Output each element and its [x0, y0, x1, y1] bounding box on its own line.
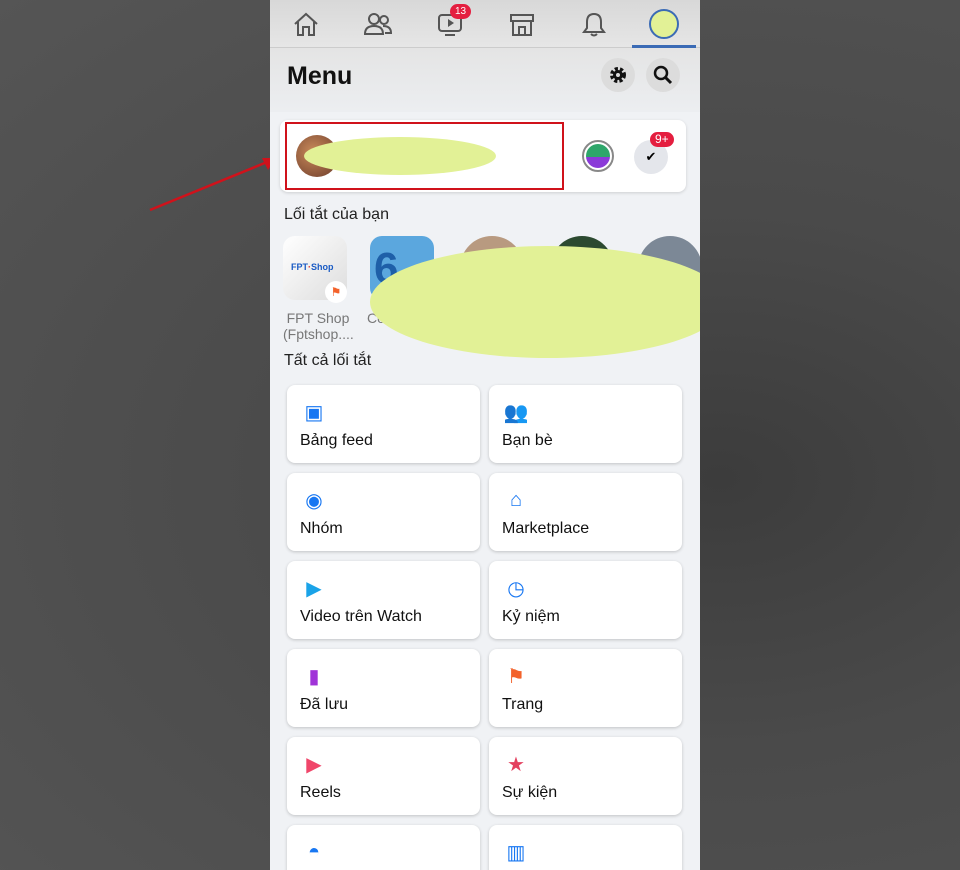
- page-flag-icon: ⚑: [325, 281, 347, 303]
- shortcut-card[interactable]: ⚑ Trang: [489, 649, 682, 727]
- more-profiles-button[interactable]: ✔ 9+: [634, 132, 674, 174]
- shortcut-card[interactable]: ⌂ Marketplace: [489, 473, 682, 551]
- marketplace-icon: [510, 14, 534, 36]
- fpt-logo: FPT·Shop: [291, 262, 334, 272]
- switch-account-icon[interactable]: [582, 140, 614, 172]
- profile-avatar-icon: [649, 9, 679, 39]
- nav-friends[interactable]: [358, 6, 398, 42]
- shortcut-card-label: Trang: [502, 696, 544, 713]
- profile-badge: 9+: [650, 132, 674, 147]
- shortcut-card-label: Reels: [300, 784, 341, 801]
- feed-icon: ▣: [304, 401, 324, 424]
- friends-icon: [363, 13, 393, 35]
- nav-notifications[interactable]: [574, 6, 614, 42]
- shortcut-card-label: Sự kiện: [502, 784, 558, 801]
- watch-icon: ▶: [306, 577, 322, 600]
- shortcut-card-label: Kỷ niệm: [502, 608, 560, 625]
- menu-header: Menu: [270, 48, 700, 112]
- nav-marketplace[interactable]: [502, 6, 542, 42]
- shortcut-card-label: Nhóm: [300, 520, 343, 537]
- shortcut-card-label: Bảng feed: [300, 432, 373, 449]
- watch-badge: 13: [450, 4, 472, 19]
- search-icon: [653, 65, 673, 85]
- shortcut-label: FPT Shop (Fptshop....: [283, 310, 354, 342]
- shortcuts-heading: Lối tắt của bạn: [284, 206, 389, 223]
- all-shortcuts-heading: Tất cả lối tắt: [284, 352, 372, 369]
- profile-card[interactable]: ✔ 9+: [280, 120, 686, 192]
- memories-icon: ◷: [507, 577, 525, 600]
- shortcut-card[interactable]: ◉ Nhóm: [287, 473, 480, 551]
- settings-button[interactable]: [601, 58, 635, 92]
- shortcut-fpt-shop[interactable]: FPT·Shop ⚑: [283, 236, 347, 303]
- shortcut-card[interactable]: ▮ Đã lưu: [287, 649, 480, 727]
- gear-icon: [610, 67, 626, 83]
- chevron-down-icon: ✔: [645, 149, 657, 164]
- nav-home[interactable]: [286, 6, 326, 42]
- annotation-arrow: [149, 158, 276, 212]
- shortcut-card[interactable]: ▶ Reels: [287, 737, 480, 815]
- saved-icon: ▮: [308, 665, 320, 688]
- home-icon: [294, 12, 318, 36]
- facebook-app: 13 Menu ✔ 9+ Lối tắt của bạn FPT·Shop ⚑ FP…: [270, 0, 700, 870]
- groups-icon: ◉: [305, 489, 323, 512]
- shortcut-card[interactable]: ◷ Kỷ niệm: [489, 561, 682, 639]
- nav-profile[interactable]: [644, 6, 684, 42]
- shortcut-card[interactable]: ▶ Video trên Watch: [287, 561, 480, 639]
- bell-icon: [582, 12, 606, 37]
- shortcut-card[interactable]: ★ Sự kiện: [489, 737, 682, 815]
- top-navigation: 13: [270, 0, 700, 48]
- pages-icon: ⚑: [507, 665, 525, 688]
- shortcut-card[interactable]: ◓: [287, 825, 480, 870]
- shortcut-card[interactable]: ▣ Bảng feed: [287, 385, 480, 463]
- redaction: [370, 246, 700, 358]
- shortcut-card-label: Đã lưu: [300, 696, 349, 713]
- book-icon: ▥: [506, 841, 526, 864]
- gaming-icon: ◓: [307, 840, 321, 863]
- search-button[interactable]: [646, 58, 680, 92]
- events-icon: ★: [507, 753, 525, 776]
- shortcut-card-label: Video trên Watch: [300, 608, 422, 625]
- reels-icon: ▶: [306, 753, 322, 776]
- shortcut-card[interactable]: 👥 Bạn bè: [489, 385, 682, 463]
- nav-watch[interactable]: 13: [430, 4, 472, 42]
- marketplace-icon: ⌂: [509, 488, 523, 511]
- friends-icon: 👥: [503, 401, 529, 424]
- shortcut-card-label: Bạn bè: [502, 432, 553, 449]
- shortcut-card[interactable]: ▥: [489, 825, 682, 870]
- shortcut-card-label: Marketplace: [502, 520, 590, 537]
- page-title: Menu: [287, 62, 353, 90]
- annotation-highlight: [285, 122, 564, 190]
